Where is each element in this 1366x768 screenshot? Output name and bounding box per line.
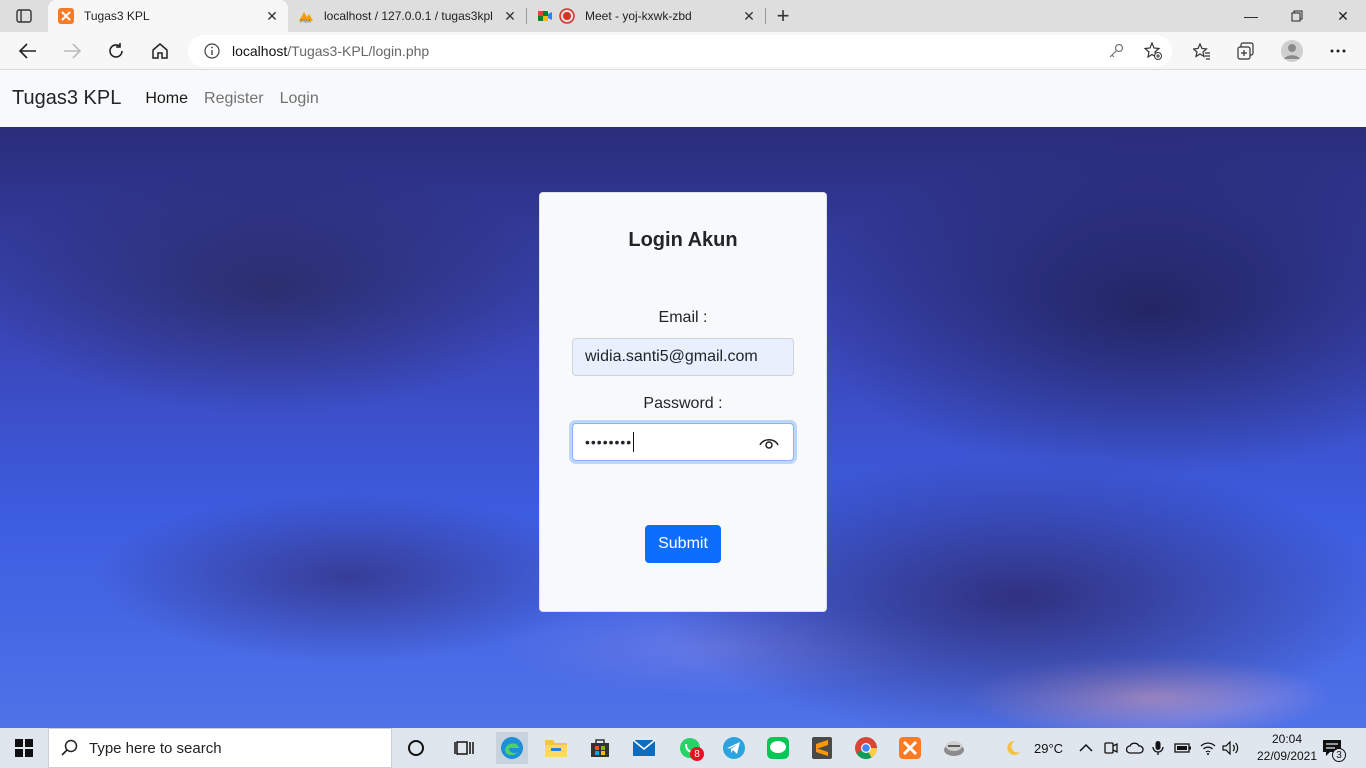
edge-icon[interactable] <box>496 732 528 764</box>
telegram-icon[interactable] <box>718 732 750 764</box>
svg-text:PMA: PMA <box>300 19 312 24</box>
search-placeholder: Type here to search <box>89 739 222 757</box>
minimize-button[interactable]: — <box>1228 0 1274 32</box>
email-label: Email : <box>658 309 708 326</box>
whatsapp-badge: 8 <box>690 747 704 761</box>
email-value: widia.santi5@gmail.com <box>585 348 758 365</box>
wifi-icon[interactable] <box>1200 728 1216 768</box>
search-icon <box>61 739 79 757</box>
microsoft-store-icon[interactable] <box>584 732 616 764</box>
navbar-brand[interactable]: Tugas3 KPL <box>12 87 121 110</box>
task-view-icon[interactable] <box>448 732 480 764</box>
new-tab-button[interactable]: + <box>770 3 796 28</box>
password-value: •••••••• <box>585 434 633 450</box>
forward-button[interactable] <box>56 36 88 66</box>
profile-avatar[interactable] <box>1276 36 1308 66</box>
nav-link-login[interactable]: Login <box>280 90 319 108</box>
url-path: /Tugas3-KPL/login.php <box>287 43 430 59</box>
refresh-button[interactable] <box>100 36 132 66</box>
volume-icon[interactable] <box>1222 728 1240 768</box>
file-explorer-icon[interactable] <box>540 732 572 764</box>
login-card: Login Akun Email : widia.santi5@gmail.co… <box>539 192 827 612</box>
show-hidden-icons[interactable] <box>1079 728 1093 768</box>
url-text: localhost/Tugas3-KPL/login.php <box>232 43 429 59</box>
tab-tugas3[interactable]: Tugas3 KPL ✕ <box>48 0 288 32</box>
site-navbar: Tugas3 KPL Home Register Login <box>0 70 1366 127</box>
url-host: localhost <box>232 43 288 59</box>
add-favorite-icon[interactable] <box>1143 41 1162 65</box>
browser-tab-strip: Tugas3 KPL ✕ PMA localhost / 127.0.0.1 /… <box>0 0 1366 32</box>
clock-time: 20:04 <box>1271 732 1303 746</box>
close-tab-icon[interactable]: ✕ <box>262 6 282 26</box>
login-title: Login Akun <box>628 229 738 251</box>
meet-now-icon[interactable] <box>1104 728 1118 768</box>
battery-icon[interactable] <box>1174 728 1192 768</box>
browser-toolbar: localhost/Tugas3-KPL/login.php <box>0 32 1366 70</box>
meet-icon <box>537 8 553 24</box>
password-label: Password : <box>643 395 723 412</box>
control-panel-icon[interactable] <box>938 732 970 764</box>
microphone-icon[interactable] <box>1152 728 1164 768</box>
windows-start-icon[interactable] <box>0 728 48 768</box>
close-tab-icon[interactable]: ✕ <box>739 6 759 26</box>
tab-meet[interactable]: Meet - yoj-kxwk-zbd ✕ <box>527 0 765 32</box>
whatsapp-icon[interactable]: 8 <box>674 732 706 764</box>
tab-actions-icon[interactable] <box>8 5 40 27</box>
tab-title: Tugas3 KPL <box>84 9 150 23</box>
key-icon[interactable] <box>1108 43 1124 64</box>
text-caret <box>633 432 635 452</box>
collections-icon[interactable] <box>1230 36 1262 66</box>
email-field[interactable]: widia.santi5@gmail.com <box>572 338 794 376</box>
phpmyadmin-icon: PMA <box>298 8 314 24</box>
line-icon[interactable] <box>762 732 794 764</box>
xampp-taskbar-icon[interactable] <box>894 732 926 764</box>
more-menu-icon[interactable] <box>1322 36 1354 66</box>
tab-title: Meet - yoj-kxwk-zbd <box>585 9 692 23</box>
home-button[interactable] <box>144 36 176 66</box>
close-window-button[interactable]: ✕ <box>1320 0 1366 32</box>
tab-title: localhost / 127.0.0.1 / tugas3kpl <box>324 9 493 23</box>
notification-center-icon[interactable]: 3 <box>1322 728 1346 768</box>
restore-button[interactable] <box>1274 0 1320 32</box>
chrome-icon[interactable] <box>850 732 882 764</box>
nav-link-home[interactable]: Home <box>145 90 188 108</box>
address-bar[interactable]: localhost/Tugas3-KPL/login.php <box>188 35 1172 67</box>
mail-icon[interactable] <box>628 732 660 764</box>
temperature: 29°C <box>1034 740 1064 756</box>
password-field[interactable]: •••••••• <box>572 423 794 461</box>
taskbar-search-box[interactable]: Type here to search <box>48 728 392 768</box>
clock-date: 22/09/2021 <box>1256 749 1318 763</box>
recording-icon <box>559 8 575 24</box>
weather-widget[interactable]: 29°C <box>1004 728 1063 768</box>
onedrive-icon[interactable] <box>1126 728 1144 768</box>
back-button[interactable] <box>12 36 44 66</box>
xampp-icon <box>58 8 74 24</box>
cortana-icon[interactable] <box>400 732 432 764</box>
submit-button[interactable]: Submit <box>645 525 721 563</box>
close-tab-icon[interactable]: ✕ <box>500 6 520 26</box>
info-icon[interactable] <box>194 43 230 59</box>
favorites-icon[interactable] <box>1186 36 1218 66</box>
moon-icon <box>1004 739 1022 757</box>
nav-link-register[interactable]: Register <box>204 90 264 108</box>
tab-phpmyadmin[interactable]: PMA localhost / 127.0.0.1 / tugas3kpl ✕ <box>288 0 526 32</box>
show-password-icon[interactable] <box>759 433 779 453</box>
tab-separator <box>765 8 766 24</box>
system-clock[interactable]: 20:04 22/09/2021 <box>1255 731 1319 765</box>
sublime-text-icon[interactable] <box>806 732 838 764</box>
notification-count: 3 <box>1332 748 1346 762</box>
windows-taskbar: Type here to search 8 29°C 20:04 22/09/2… <box>0 728 1366 768</box>
